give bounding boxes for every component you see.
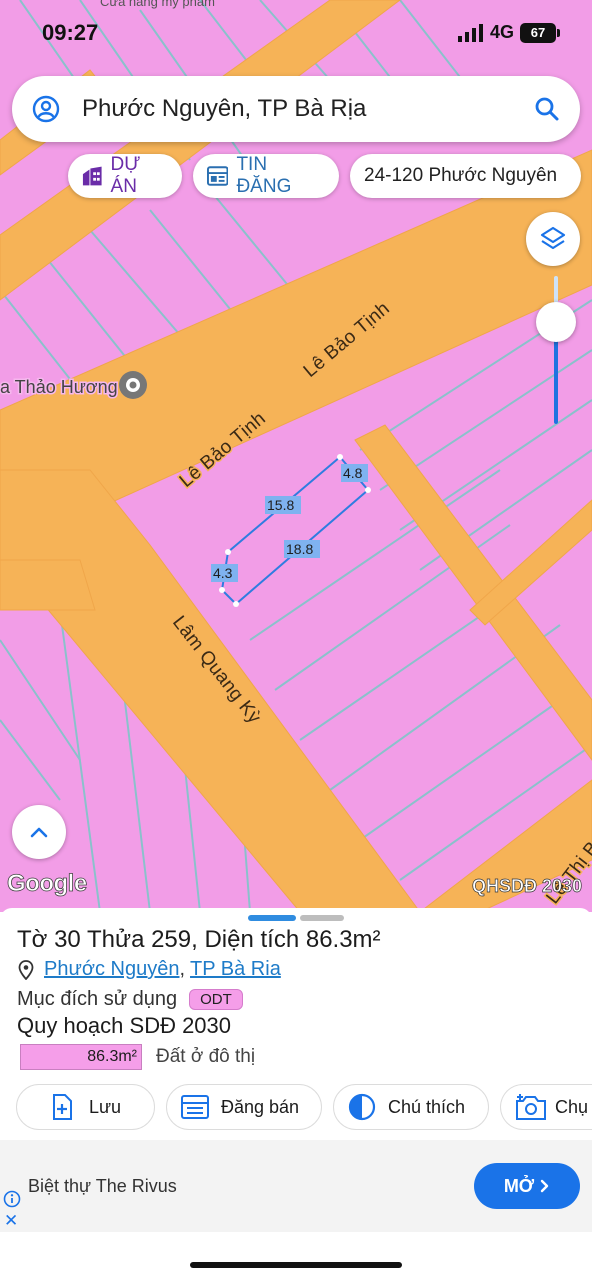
action-label: Lưu — [89, 1096, 122, 1117]
parcel-location: Phước Nguyên , TP Bà Ria — [18, 958, 281, 981]
contrast-icon — [348, 1093, 376, 1121]
map-view[interactable]: 4.8 15.8 18.8 4.3 Lê Bảo Tịnh Lê Bảo Tịn… — [0, 0, 592, 912]
capture-button[interactable]: Chụ — [500, 1084, 592, 1130]
chevron-up-icon — [30, 827, 48, 838]
open-ad-button[interactable]: MỞ — [474, 1163, 580, 1209]
separator: , — [179, 958, 186, 980]
battery-icon: 67 — [520, 22, 560, 43]
plan-legend: 86.3m² Đất ở đô thị — [20, 1044, 255, 1070]
chip-projects[interactable]: DỰ ÁN — [68, 154, 182, 198]
chip-label: TIN ĐĂNG — [236, 154, 292, 197]
chevron-right-icon — [540, 1179, 549, 1193]
map-top-label: Cửa hàng mỹ phẩm — [100, 0, 215, 9]
info-icon[interactable] — [3, 1190, 21, 1208]
location-pin-icon — [18, 959, 34, 980]
purpose-badge: ODT — [189, 989, 243, 1010]
slider-knob[interactable] — [536, 302, 576, 342]
chip-label: DỰ ÁN — [110, 154, 141, 197]
parcel-info-sheet[interactable]: Tờ 30 Thửa 259, Diện tích 86.3m² Phước N… — [0, 908, 592, 1280]
save-button[interactable]: Lưu — [16, 1084, 155, 1130]
status-time: 09:27 — [42, 20, 99, 45]
listing-icon — [181, 1095, 209, 1119]
buildings-icon — [82, 166, 102, 186]
ad-banner[interactable]: ✕ Biệt thự The Rivus MỞ — [0, 1140, 592, 1232]
google-logo: Google — [7, 870, 88, 898]
save-icon — [53, 1094, 72, 1120]
status-indicators: 4G 67 — [457, 22, 560, 43]
ad-text[interactable]: Biệt thự The Rivus — [28, 1176, 177, 1197]
close-icon[interactable]: ✕ — [4, 1211, 18, 1231]
news-icon — [207, 166, 229, 186]
legend-button[interactable]: Chú thích — [333, 1084, 489, 1130]
city-link[interactable]: TP Bà Ria — [190, 958, 281, 981]
layers-icon — [540, 226, 566, 250]
network-type: 4G — [489, 22, 514, 42]
action-buttons: Lưu Đăng bán Chú thích Chụ — [16, 1084, 592, 1130]
plan-layer-tag: QHSDĐ 2030 — [471, 876, 583, 897]
dimension-label: 4.8 — [343, 465, 363, 481]
chip-address[interactable]: 24-120 Phước Nguyên — [350, 154, 581, 198]
dimension-label: 18.8 — [286, 541, 313, 557]
action-label: Đăng bán — [221, 1096, 300, 1117]
legend-swatch: 86.3m² — [20, 1044, 142, 1070]
action-label: Chụ — [555, 1096, 589, 1117]
sheet-handle[interactable] — [300, 915, 344, 921]
plan-label: Quy hoạch SDĐ 2030 — [17, 1013, 232, 1038]
legend-text: Đất ở đô thị — [156, 1046, 256, 1067]
ward-link[interactable]: Phước Nguyên — [44, 958, 179, 981]
chip-label: 24-120 Phước Nguyên — [364, 165, 558, 186]
chip-listings[interactable]: TIN ĐĂNG — [193, 154, 339, 198]
open-label: MỞ — [503, 1175, 535, 1196]
poi-pin-icon[interactable] — [119, 371, 147, 399]
land-purpose-row: Mục đích sử dụng ODT — [17, 988, 243, 1011]
poi-label: a Thảo Hương — [0, 377, 118, 397]
expand-button[interactable] — [12, 805, 66, 859]
parcel-title: Tờ 30 Thửa 259, Diện tích 86.3m² — [17, 926, 381, 953]
home-indicator[interactable] — [190, 1262, 402, 1268]
search-icon[interactable] — [534, 96, 560, 122]
dimension-label: 4.3 — [213, 565, 233, 581]
camera-icon — [516, 1094, 546, 1120]
search-bar[interactable]: Phước Nguyên, TP Bà Rịa — [12, 76, 580, 142]
purpose-label: Mục đích sử dụng — [17, 988, 178, 1010]
sheet-handle[interactable] — [248, 915, 296, 921]
post-listing-button[interactable]: Đăng bán — [166, 1084, 322, 1130]
opacity-slider[interactable] — [554, 276, 558, 424]
action-label: Chú thích — [388, 1096, 466, 1117]
account-icon[interactable] — [32, 95, 60, 123]
signal-icon — [457, 23, 483, 42]
dimension-label: 15.8 — [267, 497, 294, 513]
search-query[interactable]: Phước Nguyên, TP Bà Rịa — [82, 95, 534, 123]
layers-button[interactable] — [526, 212, 580, 266]
